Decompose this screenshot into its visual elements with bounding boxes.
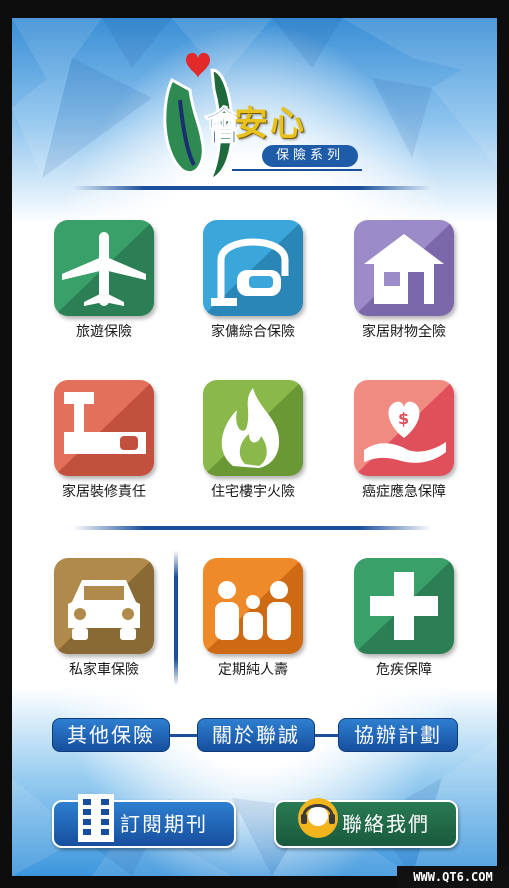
fire-icon bbox=[203, 380, 303, 476]
building-icon bbox=[78, 794, 114, 842]
tile-label: 家居財物全險 bbox=[362, 324, 446, 340]
tile-label: 定期純人壽 bbox=[218, 662, 288, 678]
logo-subtitle: 保險系列 bbox=[262, 145, 358, 167]
other-insurance-button[interactable]: 其他保險 bbox=[52, 718, 170, 752]
tile-term-life-insurance[interactable]: 定期純人壽 bbox=[203, 558, 303, 679]
tile-label: 家傭綜合保險 bbox=[211, 324, 295, 340]
airplane-icon bbox=[54, 220, 154, 316]
divider-middle bbox=[72, 526, 432, 530]
heart-icon bbox=[186, 52, 210, 78]
tile-label: 癌症應急保障 bbox=[362, 484, 446, 500]
co-organized-plans-button[interactable]: 協辦計劃 bbox=[338, 718, 458, 752]
car-icon bbox=[54, 558, 154, 654]
tile-building-fire-insurance[interactable]: 住宅樓宇火險 bbox=[203, 380, 303, 501]
subscribe-newsletter-button[interactable]: 訂閱期刊 bbox=[52, 794, 236, 848]
house-icon bbox=[354, 220, 454, 316]
tile-home-contents-insurance[interactable]: 家居財物全險 bbox=[354, 220, 454, 341]
divider-top bbox=[72, 186, 432, 190]
vacuum-cleaner-icon bbox=[203, 220, 303, 316]
tile-travel-insurance[interactable]: 旅遊保險 bbox=[54, 220, 154, 341]
about-us-button[interactable]: 關於聯誠 bbox=[197, 718, 315, 752]
medical-cross-icon bbox=[354, 558, 454, 654]
tile-domestic-helper-insurance[interactable]: 家傭綜合保險 bbox=[203, 220, 303, 341]
headset-icon bbox=[298, 798, 338, 838]
contact-us-button[interactable]: 聯絡我們 bbox=[274, 798, 458, 848]
tile-private-car-insurance[interactable]: 私家車保險 bbox=[54, 558, 154, 679]
app-screen: 會 安心 保險系列 旅遊保險 家傭綜合保險 家居財物全險 家居裝修責任 住宅樓宇… bbox=[12, 18, 497, 876]
family-icon bbox=[203, 558, 303, 654]
logo-title: 安心 bbox=[234, 104, 306, 144]
tile-label: 旅遊保險 bbox=[76, 324, 132, 340]
watermark: WWW.QT6.COM bbox=[397, 866, 509, 888]
subscribe-label: 訂閱期刊 bbox=[120, 812, 208, 836]
svg-text:$: $ bbox=[398, 409, 409, 428]
tile-label: 住宅樓宇火險 bbox=[211, 484, 295, 500]
contact-label: 聯絡我們 bbox=[342, 812, 430, 836]
quick-links: 其他保險 關於聯誠 協辦計劃 bbox=[52, 718, 458, 752]
tile-cancer-emergency-protection[interactable]: $ 癌症應急保障 bbox=[354, 380, 454, 501]
tile-label: 危疾保障 bbox=[376, 662, 432, 678]
tile-home-renovation-liability[interactable]: 家居裝修責任 bbox=[54, 380, 154, 501]
hammer-saw-icon bbox=[54, 380, 154, 476]
tile-label: 家居裝修責任 bbox=[62, 484, 146, 500]
tile-critical-illness-protection[interactable]: 危疾保障 bbox=[354, 558, 454, 679]
divider-vertical bbox=[174, 550, 178, 686]
tile-label: 私家車保險 bbox=[69, 662, 139, 678]
heart-hand-icon: $ bbox=[354, 380, 454, 476]
